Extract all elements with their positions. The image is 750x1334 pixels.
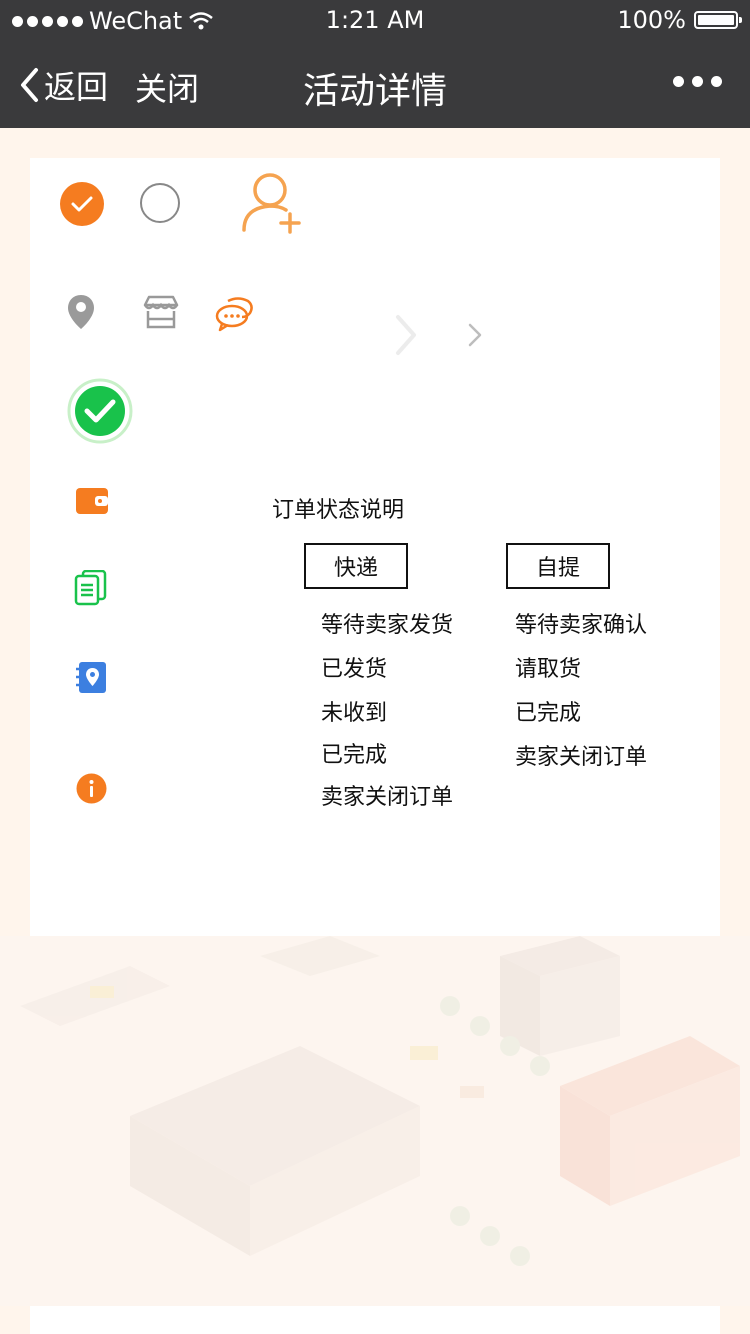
pickup-label: 自提 bbox=[506, 543, 610, 589]
list-item: 已完成 bbox=[321, 743, 388, 768]
order-status-title: 订单状态说明 bbox=[272, 498, 405, 523]
chevron-right-icon[interactable] bbox=[394, 313, 420, 357]
battery-percent: 100% bbox=[617, 6, 686, 34]
nav-bar: 返回 关闭 活动详情 bbox=[0, 40, 750, 128]
check-circle-icon[interactable] bbox=[59, 181, 105, 227]
express-label: 快递 bbox=[304, 543, 408, 589]
city-illustration-graphic bbox=[20, 936, 740, 1266]
chevron-right-icon[interactable] bbox=[466, 322, 484, 348]
store-icon bbox=[143, 295, 179, 329]
status-bar: WeChat 1:21 AM 100% bbox=[0, 0, 750, 40]
more-menu-button[interactable] bbox=[673, 76, 722, 87]
list-item: 未收到 bbox=[321, 701, 388, 726]
info-icon[interactable] bbox=[76, 773, 107, 804]
pickup-status-list: 等待卖家确认 请取货 已完成 卖家关闭订单 bbox=[515, 604, 647, 780]
empty-circle-icon[interactable] bbox=[138, 181, 182, 225]
list-item: 卖家关闭订单 bbox=[321, 785, 454, 810]
location-icon bbox=[68, 295, 94, 329]
list-item: 卖家关闭订单 bbox=[515, 745, 648, 770]
wallet-icon bbox=[76, 488, 108, 514]
success-check-icon bbox=[67, 378, 133, 444]
list-item: 已完成 bbox=[515, 701, 582, 726]
city-illustration bbox=[0, 936, 750, 1306]
add-user-icon[interactable] bbox=[238, 168, 306, 236]
battery-area: 100% bbox=[617, 6, 742, 34]
list-item: 请取货 bbox=[515, 657, 582, 682]
express-status-list: 等待卖家发货 已发货 未收到 已完成 卖家关闭订单 bbox=[321, 604, 453, 820]
list-item: 等待卖家确认 bbox=[515, 613, 648, 638]
document-icon bbox=[74, 570, 107, 606]
page-title: 活动详情 bbox=[302, 71, 447, 112]
chat-icon[interactable] bbox=[214, 296, 254, 332]
list-item: 已发货 bbox=[321, 657, 388, 682]
list-item: 等待卖家发货 bbox=[321, 613, 454, 638]
battery-icon bbox=[694, 11, 742, 29]
address-book-icon bbox=[76, 662, 106, 693]
